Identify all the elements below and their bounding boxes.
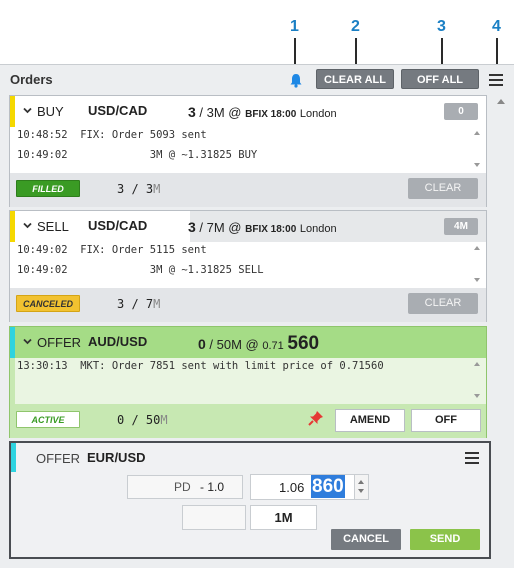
status-badge: FILLED (16, 180, 80, 197)
order-log: 13:30:13 MKT: Order 7851 sent with limit… (15, 358, 470, 404)
panel-header: Orders CLEAR ALL OFF ALL (0, 65, 514, 93)
remaining-badge: 0 (444, 103, 478, 120)
bell-icon[interactable] (289, 73, 303, 88)
side-stripe (11, 443, 16, 472)
fill-unit: M (160, 413, 168, 427)
amount-input[interactable]: 1M (250, 505, 317, 530)
stepper-up-icon[interactable] (358, 480, 364, 484)
qty-rest: / 7M @ (195, 220, 246, 235)
send-button[interactable]: SEND (410, 529, 480, 550)
log-line: 10:48:52 FIX: Order 5093 sent (17, 129, 207, 141)
order-log: 10:48:52 FIX: Order 5093 sent 10:49:02 3… (15, 127, 470, 173)
status-badge: ACTIVE (16, 411, 80, 428)
side-stripe (10, 96, 15, 127)
log-scrollbar[interactable] (470, 127, 486, 173)
qty-filled: 0 (198, 336, 206, 352)
off-button[interactable]: OFF (411, 409, 481, 432)
price-stepper[interactable] (354, 475, 368, 499)
qty-filled: 3 (188, 219, 196, 235)
price-prefix: 1.06 (279, 480, 305, 495)
status-badge: CANCELED (16, 295, 80, 312)
currency-pair: USD/CAD (88, 103, 148, 118)
chevron-down-icon[interactable] (23, 221, 32, 230)
log-line: 10:49:02 FIX: Order 5115 sent (17, 244, 207, 256)
empty-field[interactable] (182, 505, 246, 530)
fill-value: 3 / 7 (117, 297, 154, 311)
off-all-button[interactable]: OFF ALL (401, 69, 479, 89)
chevron-down-icon[interactable] (23, 337, 32, 346)
order-side: SELL (37, 219, 69, 234)
limit-price-big: 560 (287, 333, 320, 354)
fill-quantity: 3 / 3M (117, 182, 160, 196)
pd-value: - 1.0 (200, 480, 225, 494)
fix-time: BFIX 18:00 (245, 109, 297, 120)
limit-price-small: 0.71 (262, 340, 284, 352)
order-card-offer: OFFER AUD/USD 0 / 50M @ 0.71 560 13:30:1… (9, 326, 487, 438)
fill-value: 3 / 3 (117, 182, 154, 196)
qty-rest: / 50M @ (205, 337, 263, 352)
log-line: 13:30:13 MKT: Order 7851 sent with limit… (17, 360, 384, 372)
order-footer: ACTIVE 0 / 50M AMEND OFF (10, 404, 486, 438)
annotation-4: 4 (492, 18, 501, 35)
fix-location: London (299, 108, 337, 120)
annotation-3: 3 (437, 18, 446, 35)
amend-button[interactable]: AMEND (335, 409, 405, 432)
side-stripe (10, 211, 15, 242)
order-footer: CANCELED 3 / 7M CLEAR (10, 288, 486, 322)
pin-icon[interactable] (308, 410, 324, 426)
price-selected: 860 (311, 475, 345, 498)
order-footer: FILLED 3 / 3M CLEAR (10, 173, 486, 207)
ticket-menu-icon[interactable] (465, 452, 479, 464)
log-scrollbar[interactable] (470, 358, 486, 404)
amount-value: 1M (274, 510, 293, 525)
pd-label: PD (174, 480, 191, 494)
fill-quantity: 0 / 50M (117, 413, 168, 427)
order-side: BUY (37, 104, 64, 119)
fill-unit: M (153, 297, 161, 311)
new-order-ticket: OFFER EUR/USD PD - 1.0 1.06 860 1M CANCE… (9, 441, 491, 559)
qty-filled: 3 (188, 104, 196, 120)
currency-pair: EUR/USD (87, 450, 146, 465)
order-log: 10:49:02 FIX: Order 5115 sent 10:49:02 3… (15, 242, 470, 288)
order-side: OFFER (37, 335, 82, 350)
cancel-button[interactable]: CANCEL (331, 529, 401, 550)
order-quantity: 0 / 50M @ 0.71 560 (198, 333, 319, 355)
qty-rest: / 3M @ (195, 105, 246, 120)
fix-location: London (299, 223, 337, 235)
panel-scrollbar[interactable] (494, 93, 508, 563)
annotation-1: 1 (290, 18, 299, 35)
log-line: 10:49:02 3M @ ~1.31825 BUY (17, 149, 258, 161)
fill-quantity: 3 / 7M (117, 297, 160, 311)
currency-pair: USD/CAD (88, 218, 148, 233)
order-card-sell: SELL USD/CAD 3 / 7M @ BFIX 18:00 London … (9, 210, 487, 322)
log-scrollbar[interactable] (470, 242, 486, 288)
fill-unit: M (153, 182, 161, 196)
fill-value: 0 / 50 (117, 413, 161, 427)
clear-button[interactable]: CLEAR (408, 178, 478, 199)
order-card-buy: BUY USD/CAD 3 / 3M @ BFIX 18:00 London 0… (9, 95, 487, 207)
currency-pair: AUD/USD (88, 334, 148, 349)
stepper-down-icon[interactable] (358, 489, 364, 493)
fix-time: BFIX 18:00 (245, 224, 297, 235)
chevron-down-icon[interactable] (23, 106, 32, 115)
remaining-badge: 4M (444, 218, 478, 235)
log-line: 10:49:02 3M @ ~1.31825 SELL (17, 264, 264, 276)
clear-button[interactable]: CLEAR (408, 293, 478, 314)
annotation-2: 2 (351, 18, 360, 35)
panel-menu-icon[interactable] (489, 74, 503, 86)
price-deviation-field[interactable]: PD - 1.0 (127, 475, 243, 499)
panel-title: Orders (10, 72, 53, 87)
clear-all-button[interactable]: CLEAR ALL (316, 69, 394, 89)
order-quantity: 3 / 7M @ BFIX 18:00 London (188, 219, 337, 235)
limit-price-input[interactable]: 1.06 860 (250, 474, 369, 500)
order-side: OFFER (36, 451, 81, 466)
order-quantity: 3 / 3M @ BFIX 18:00 London (188, 104, 337, 120)
side-stripe (10, 327, 15, 358)
